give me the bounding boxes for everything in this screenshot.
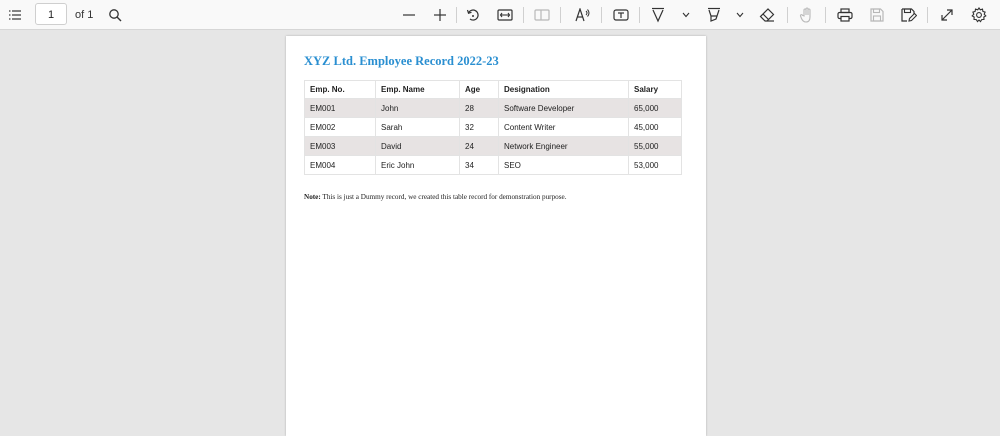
note-paragraph: Note: This is just a Dummy record, we cr… [304,193,567,201]
pdf-toolbar: 1 of 1 [0,0,1000,30]
table-cell: EM004 [304,155,376,175]
table-cell: EM003 [304,136,376,156]
table-cell: Sarah [375,117,460,137]
table-cell: David [375,136,460,156]
table-cell: 45,000 [628,117,682,137]
table-cell: 24 [459,136,499,156]
table-cell: 65,000 [628,98,682,118]
table-header-row: Emp. No. Emp. Name Age Designation Salar… [304,80,682,99]
highlight-options-chevron-down-icon[interactable] [732,3,748,27]
table-cell: Content Writer [498,117,629,137]
fullscreen-icon[interactable] [936,3,958,27]
table-cell: SEO [498,155,629,175]
column-header: Age [459,80,499,99]
table-cell: EM002 [304,117,376,137]
pdf-page: XYZ Ltd. Employee Record 2022-23 Emp. No… [286,36,706,436]
table-cell: 53,000 [628,155,682,175]
column-header: Salary [628,80,682,99]
table-row: EM003 David 24 Network Engineer 55,000 [304,136,682,156]
save-icon[interactable] [866,3,888,27]
zoom-out-icon[interactable] [398,3,420,27]
draw-icon[interactable] [647,3,669,27]
touch-icon[interactable] [795,3,817,27]
page-total-label: of 1 [75,9,94,21]
document-title: XYZ Ltd. Employee Record 2022-23 [304,54,499,68]
table-cell: Software Developer [498,98,629,118]
eraser-icon[interactable] [756,3,778,27]
table-cell: 32 [459,117,499,137]
employee-table: Emp. No. Emp. Name Age Designation Salar… [304,80,682,175]
text-box-icon[interactable] [610,3,632,27]
table-cell: 34 [459,155,499,175]
table-row: EM004 Eric John 34 SEO 53,000 [304,155,682,175]
table-cell: 55,000 [628,136,682,156]
column-header: Designation [498,80,629,99]
zoom-in-icon[interactable] [429,3,451,27]
table-row: EM001 John 28 Software Developer 65,000 [304,98,682,118]
fit-width-icon[interactable] [494,3,516,27]
read-aloud-icon[interactable] [572,3,594,27]
table-cell: 28 [459,98,499,118]
column-header: Emp. Name [375,80,460,99]
page-number-input[interactable]: 1 [35,3,67,25]
highlight-icon[interactable] [703,3,725,27]
print-icon[interactable] [834,3,856,27]
rotate-icon[interactable] [462,3,484,27]
toc-icon[interactable] [4,3,26,27]
table-cell: EM001 [304,98,376,118]
note-label: Note: [304,193,321,201]
settings-icon[interactable] [968,3,990,27]
draw-options-chevron-down-icon[interactable] [678,3,694,27]
table-row: EM002 Sarah 32 Content Writer 45,000 [304,117,682,137]
save-as-icon[interactable] [898,3,920,27]
search-icon[interactable] [104,3,126,27]
table-cell: Eric John [375,155,460,175]
table-cell: John [375,98,460,118]
note-text: This is just a Dummy record, we created … [320,193,567,201]
table-cell: Network Engineer [498,136,629,156]
column-header: Emp. No. [304,80,376,99]
page-view-icon[interactable] [531,3,553,27]
